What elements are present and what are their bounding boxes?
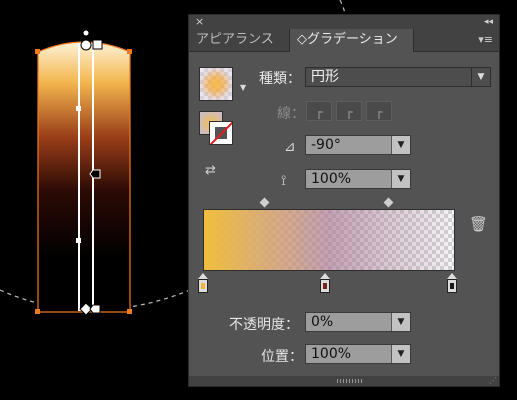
stop-color-end	[450, 283, 454, 289]
panel-menu-icon[interactable]: ▾≡	[478, 29, 493, 51]
handle-ne[interactable]	[127, 49, 132, 54]
opacity-field[interactable]: 0% ▼	[305, 312, 411, 332]
stroke-along-button[interactable]: ┏	[336, 101, 362, 121]
gradient-ramp[interactable]	[203, 209, 455, 271]
tab-gradient[interactable]: ◇グラデーション	[289, 29, 414, 52]
annotator-stop-end[interactable]	[89, 304, 101, 314]
panel-tabs: アピアランス ◇グラデーション ▾≡	[189, 29, 499, 52]
stroke-label: 線：	[277, 106, 305, 122]
resize-icon[interactable]: ⋰	[489, 376, 497, 385]
gradient-thumbnail[interactable]	[199, 67, 233, 101]
stop-color-mid	[323, 283, 327, 289]
close-icon[interactable]: ×	[195, 15, 204, 29]
handle-nw[interactable]	[35, 49, 40, 54]
angle-icon: ⊿	[284, 139, 296, 155]
stroke-swatch[interactable]	[209, 121, 233, 145]
aspect-ratio-icon: ⟟	[281, 173, 287, 189]
collapse-icon[interactable]: ◂◂	[484, 15, 493, 29]
trash-icon[interactable]: 🗑	[469, 215, 488, 233]
glow-shape	[38, 42, 130, 312]
reverse-gradient-icon[interactable]: ⇄	[205, 163, 227, 181]
grip-handle[interactable]	[337, 379, 363, 383]
gradient-type-value: 円形	[311, 69, 339, 85]
position-value: 100%	[311, 346, 352, 362]
handle-sw[interactable]	[35, 309, 40, 314]
chevron-down-icon[interactable]: ▼	[240, 83, 246, 92]
position-field[interactable]: 100% ▼	[305, 344, 411, 364]
type-label: 種類：	[259, 71, 301, 87]
annotator-midpoint-2[interactable]	[76, 238, 81, 243]
midpoint-diamond-2[interactable]	[383, 197, 394, 208]
annotator-end-square[interactable]	[92, 39, 103, 50]
color-stop-end[interactable]	[447, 273, 457, 295]
position-label: 位置：	[261, 349, 303, 365]
annotator-radius-dot[interactable]	[83, 30, 89, 36]
panel-bottom-bar: ⋰	[189, 376, 499, 386]
handle-se[interactable]	[127, 309, 132, 314]
color-stop-mid[interactable]	[320, 273, 330, 295]
gradient-type-select[interactable]: 円形 ▼	[305, 67, 491, 87]
angle-field[interactable]: -90° ▼	[305, 135, 411, 155]
angle-value: -90°	[311, 137, 341, 153]
annotator-midpoint[interactable]	[76, 106, 81, 111]
panel-titlebar: × ◂◂	[189, 15, 499, 29]
tab-appearance[interactable]: アピアランス	[189, 29, 289, 51]
chevron-down-icon: ▼	[391, 345, 410, 363]
annotator-stop-mid[interactable]	[89, 169, 101, 179]
stroke-across-button[interactable]: ┏	[366, 101, 392, 121]
aspect-ratio-field[interactable]: 100% ▼	[305, 169, 411, 189]
color-stop-start[interactable]	[198, 273, 208, 295]
aspect-ratio-value: 100%	[311, 171, 352, 187]
gradient-panel: × ◂◂ アピアランス ◇グラデーション ▾≡ ▼ 種類： 円形 ▼ 線： ┏ …	[188, 14, 500, 387]
midpoint-diamond-1[interactable]	[259, 197, 270, 208]
gradient-slider[interactable]	[203, 209, 455, 271]
chevron-down-icon: ▼	[391, 136, 410, 154]
stop-color-start	[201, 283, 205, 289]
annotator-origin[interactable]	[80, 39, 92, 51]
opacity-value: 0%	[311, 314, 334, 330]
chevron-down-icon: ▼	[391, 313, 410, 331]
opacity-label: 不透明度：	[229, 317, 299, 333]
stroke-within-button[interactable]: ┏	[306, 101, 332, 121]
chevron-down-icon: ▼	[391, 170, 410, 188]
chevron-down-icon: ▼	[471, 68, 490, 86]
